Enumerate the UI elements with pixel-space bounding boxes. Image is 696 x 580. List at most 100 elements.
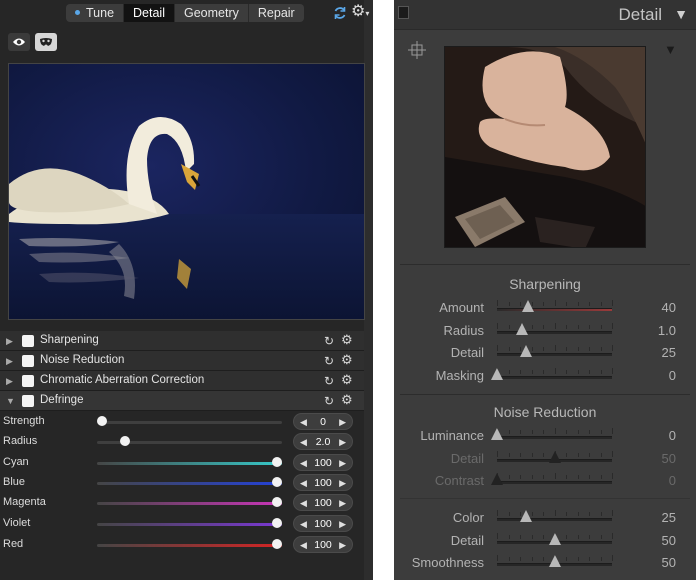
stepper-value[interactable]: 100: [308, 496, 338, 510]
image-preview-swan[interactable]: [8, 63, 365, 320]
detail-zoom-preview[interactable]: [444, 46, 646, 248]
gear-menu-icon[interactable]: ⚙: [341, 373, 353, 387]
section-noise-reduction[interactable]: ▶ Noise Reduction ↻ ⚙: [0, 351, 364, 371]
sync-icon[interactable]: [333, 5, 347, 25]
slider-value[interactable]: 0: [669, 473, 676, 488]
expand-triangle-icon[interactable]: ▶: [6, 355, 13, 367]
value-stepper[interactable]: ◀ 100 ▶: [293, 474, 353, 491]
gear-menu-icon[interactable]: ⚙: [341, 333, 353, 347]
slider-knob[interactable]: [272, 497, 282, 507]
slider-thumb[interactable]: [516, 322, 529, 335]
value-stepper[interactable]: ◀ 0 ▶: [293, 413, 353, 430]
slider-track[interactable]: [97, 502, 282, 505]
slider-track[interactable]: [97, 523, 282, 526]
value-stepper[interactable]: ◀ 100 ▶: [293, 515, 353, 532]
mask-button[interactable]: [35, 33, 57, 51]
stepper-value[interactable]: 100: [308, 476, 338, 490]
section-chromatic-aberration[interactable]: ▶ Chromatic Aberration Correction ↻ ⚙: [0, 371, 364, 391]
collapse-triangle-icon[interactable]: ▼: [6, 395, 15, 407]
section-sharpening[interactable]: ▶ Sharpening ↻ ⚙: [0, 331, 364, 351]
decrement-arrow-icon[interactable]: ◀: [300, 436, 307, 448]
slider-knob[interactable]: [119, 436, 130, 446]
slider-knob[interactable]: [272, 518, 282, 528]
slider-value[interactable]: 25: [662, 510, 676, 525]
defringe-checkbox[interactable]: [22, 395, 34, 407]
panel-toggle-switch[interactable]: [398, 6, 409, 19]
slider-value[interactable]: 0: [669, 368, 676, 383]
stepper-value[interactable]: 100: [308, 517, 338, 531]
value-stepper[interactable]: ◀ 2.0 ▶: [293, 433, 353, 450]
dropdown-triangle-icon[interactable]: ▼: [664, 42, 677, 57]
slider-track[interactable]: [97, 421, 282, 424]
stepper-value[interactable]: 0: [308, 415, 338, 429]
slider-track[interactable]: [497, 353, 612, 356]
value-stepper[interactable]: ◀ 100 ▶: [293, 494, 353, 511]
slider-track[interactable]: [97, 544, 282, 547]
tab-repair[interactable]: Repair: [249, 4, 304, 22]
expand-triangle-icon[interactable]: ▶: [6, 335, 13, 347]
slider-track[interactable]: [497, 436, 612, 439]
reset-icon[interactable]: ↻: [324, 394, 334, 408]
chromatic-aberration-checkbox[interactable]: [22, 375, 34, 387]
sharpening-checkbox[interactable]: [22, 335, 34, 347]
stepper-value[interactable]: 100: [308, 456, 338, 470]
decrement-arrow-icon[interactable]: ◀: [300, 457, 307, 469]
decrement-arrow-icon[interactable]: ◀: [300, 416, 307, 428]
slider-track[interactable]: [497, 375, 612, 379]
increment-arrow-icon[interactable]: ▶: [339, 436, 346, 448]
slider-value[interactable]: 1.0: [658, 323, 676, 338]
slider-thumb[interactable]: [548, 532, 561, 545]
slider-thumb[interactable]: [491, 428, 503, 440]
slider-value[interactable]: 25: [662, 345, 676, 360]
section-defringe[interactable]: ▼ Defringe ↻ ⚙: [0, 391, 364, 411]
decrement-arrow-icon[interactable]: ◀: [300, 497, 307, 509]
noise-reduction-checkbox[interactable]: [22, 355, 34, 367]
stepper-value[interactable]: 100: [308, 538, 338, 552]
gear-menu-icon[interactable]: ⚙: [341, 353, 353, 367]
increment-arrow-icon[interactable]: ▶: [339, 477, 346, 489]
slider-track[interactable]: [497, 308, 612, 311]
decrement-arrow-icon[interactable]: ◀: [300, 518, 307, 530]
increment-arrow-icon[interactable]: ▶: [339, 518, 346, 530]
reset-icon[interactable]: ↻: [324, 374, 334, 388]
slider-track[interactable]: [97, 482, 282, 485]
value-stepper[interactable]: ◀ 100 ▶: [293, 454, 353, 471]
slider-value[interactable]: 0: [669, 428, 676, 443]
slider-track[interactable]: [97, 462, 282, 465]
slider-thumb[interactable]: [519, 345, 532, 357]
increment-arrow-icon[interactable]: ▶: [339, 457, 346, 469]
tab-detail[interactable]: Detail: [124, 4, 175, 22]
gear-menu-icon[interactable]: ⚙▾: [351, 4, 369, 22]
slider-knob[interactable]: [272, 539, 282, 549]
increment-arrow-icon[interactable]: ▶: [339, 497, 346, 509]
reset-icon[interactable]: ↻: [324, 354, 334, 368]
preview-eye-button[interactable]: [8, 33, 30, 51]
slider-knob[interactable]: [272, 477, 282, 487]
increment-arrow-icon[interactable]: ▶: [339, 539, 346, 551]
gear-menu-icon[interactable]: ⚙: [341, 393, 353, 407]
value-stepper[interactable]: ◀ 100 ▶: [293, 536, 353, 553]
expand-triangle-icon[interactable]: ▶: [6, 375, 13, 387]
stepper-value[interactable]: 2.0: [308, 435, 338, 449]
decrement-arrow-icon[interactable]: ◀: [300, 477, 307, 489]
slider-track[interactable]: [497, 518, 612, 521]
slider-value[interactable]: 50: [662, 555, 676, 570]
slider-value[interactable]: 50: [662, 533, 676, 548]
slider-thumb[interactable]: [548, 450, 561, 463]
slider-track[interactable]: [497, 330, 612, 334]
slider-thumb[interactable]: [491, 367, 503, 380]
slider-thumb[interactable]: [522, 300, 535, 312]
tab-geometry[interactable]: Geometry: [175, 4, 249, 22]
slider-knob[interactable]: [97, 416, 107, 426]
slider-value[interactable]: 50: [662, 451, 676, 466]
slider-thumb[interactable]: [491, 473, 503, 485]
slider-value[interactable]: 40: [662, 300, 676, 315]
slider-thumb[interactable]: [548, 555, 561, 567]
slider-thumb[interactable]: [519, 510, 532, 522]
reset-icon[interactable]: ↻: [324, 334, 334, 348]
slider-knob[interactable]: [272, 457, 282, 467]
tab-tune[interactable]: Tune: [66, 4, 125, 22]
target-crosshair-icon[interactable]: [407, 40, 427, 60]
decrement-arrow-icon[interactable]: ◀: [300, 539, 307, 551]
increment-arrow-icon[interactable]: ▶: [339, 416, 346, 428]
